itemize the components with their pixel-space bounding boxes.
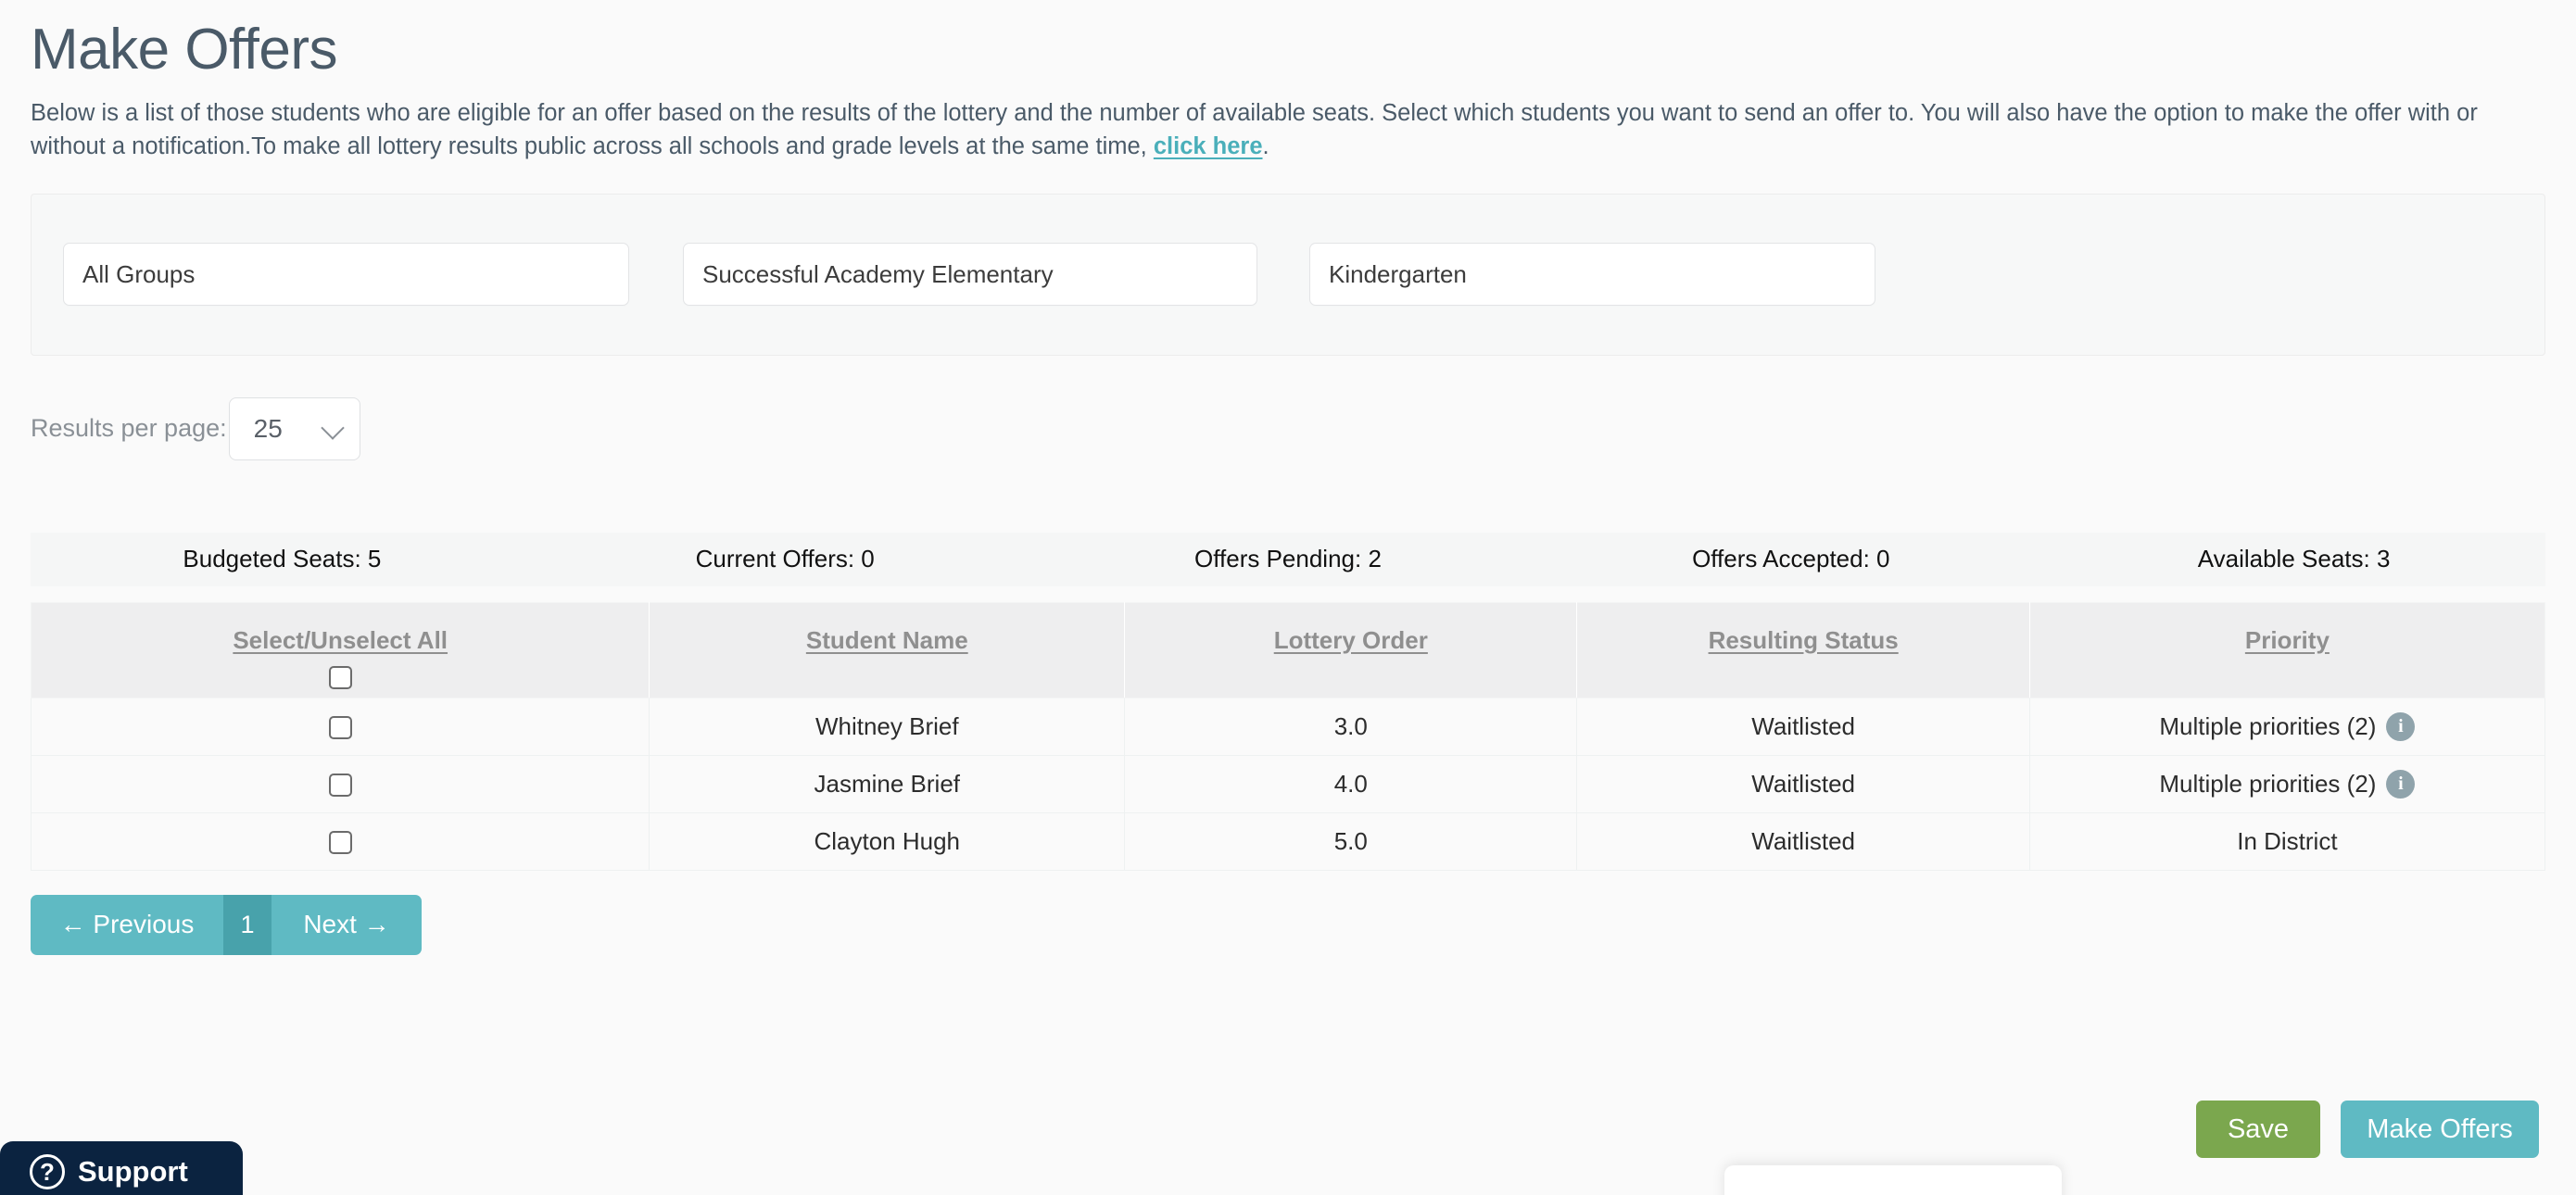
results-per-page-select[interactable]: 25 bbox=[228, 396, 360, 460]
student-name-sort-link[interactable]: Student Name bbox=[806, 626, 968, 655]
make-offers-button[interactable]: Make Offers bbox=[2341, 1101, 2539, 1158]
chevron-down-icon bbox=[320, 415, 345, 440]
table-body: Whitney Brief 3.0 Waitlisted Multiple pr… bbox=[30, 697, 2546, 871]
row-select-cell bbox=[30, 754, 650, 813]
table-header: Select/Unselect All Student Name Lottery… bbox=[30, 601, 2546, 698]
results-per-page-label: Results per page: bbox=[31, 414, 227, 443]
priority-wrap: Multiple priorities (2) i bbox=[2159, 769, 2416, 799]
cell-priority: In District bbox=[2028, 811, 2546, 871]
cell-priority: Multiple priorities (2) i bbox=[2028, 697, 2546, 756]
results-per-page-value: 25 bbox=[253, 413, 283, 443]
cell-resulting-status: Waitlisted bbox=[1576, 697, 2030, 756]
cell-student-name: Jasmine Brief bbox=[649, 754, 1126, 813]
action-buttons: Save Make Offers bbox=[2196, 1101, 2539, 1158]
lottery-order-sort-link[interactable]: Lottery Order bbox=[1274, 626, 1428, 655]
page-description-text-2: . bbox=[1262, 133, 1269, 160]
priority-text: Multiple priorities (2) bbox=[2159, 711, 2377, 740]
stat-current-offers: Current Offers: 0 bbox=[695, 545, 875, 573]
cell-resulting-status: Waitlisted bbox=[1576, 811, 2030, 871]
page-description: Below is a list of those students who ar… bbox=[31, 96, 2514, 163]
pagination-next-button[interactable]: Next → bbox=[271, 894, 422, 955]
school-filter-value: Successful Academy Elementary bbox=[702, 259, 1054, 288]
page-title: Make Offers bbox=[31, 18, 338, 82]
priority-wrap: Multiple priorities (2) i bbox=[2159, 711, 2416, 741]
row-checkbox[interactable] bbox=[328, 716, 352, 740]
info-icon[interactable]: i bbox=[2386, 769, 2416, 799]
table-row: Jasmine Brief 4.0 Waitlisted Multiple pr… bbox=[30, 754, 2546, 813]
priority-text: Multiple priorities (2) bbox=[2159, 769, 2377, 798]
column-header-select-all: Select/Unselect All bbox=[30, 601, 650, 698]
question-mark-circle-icon: ? bbox=[30, 1154, 65, 1189]
grade-filter-value: Kindergarten bbox=[1329, 259, 1467, 288]
pagination-page-1[interactable]: 1 bbox=[223, 894, 271, 955]
row-select-cell bbox=[30, 811, 650, 871]
stat-offers-accepted: Offers Accepted: 0 bbox=[1692, 545, 1890, 573]
floating-panel[interactable] bbox=[1724, 1165, 2062, 1195]
column-header-student-name: Student Name bbox=[649, 601, 1126, 698]
priority-wrap: In District bbox=[2237, 827, 2337, 856]
school-filter-select[interactable]: Successful Academy Elementary bbox=[683, 243, 1257, 307]
pagination-previous-button[interactable]: ← Previous bbox=[31, 894, 223, 955]
priority-text: In District bbox=[2237, 826, 2338, 855]
cell-student-name: Whitney Brief bbox=[649, 697, 1126, 756]
column-header-lottery-order: Lottery Order bbox=[1124, 601, 1578, 698]
results-per-page-row: Results per page: 25 bbox=[31, 396, 2545, 461]
row-checkbox[interactable] bbox=[328, 774, 352, 798]
table-header-row: Select/Unselect All Student Name Lottery… bbox=[30, 601, 2546, 698]
pagination: ← Previous 1 Next → bbox=[31, 894, 422, 955]
support-label: Support bbox=[78, 1155, 188, 1188]
cell-lottery-order: 4.0 bbox=[1124, 754, 1578, 813]
resulting-status-sort-link[interactable]: Resulting Status bbox=[1709, 626, 1899, 655]
make-offers-page: Make Offers Below is a list of those stu… bbox=[0, 0, 2576, 1195]
table-row: Whitney Brief 3.0 Waitlisted Multiple pr… bbox=[30, 697, 2546, 756]
stat-offers-pending: Offers Pending: 2 bbox=[1194, 545, 1382, 573]
click-here-link[interactable]: click here bbox=[1154, 133, 1263, 159]
info-icon[interactable]: i bbox=[2386, 711, 2416, 741]
column-header-resulting-status: Resulting Status bbox=[1576, 601, 2030, 698]
cell-lottery-order: 3.0 bbox=[1124, 697, 1578, 756]
stat-available-seats: Available Seats: 3 bbox=[2197, 545, 2391, 573]
filter-bar: All Groups Successful Academy Elementary… bbox=[31, 193, 2545, 356]
column-header-priority: Priority bbox=[2028, 601, 2546, 698]
table-row: Clayton Hugh 5.0 Waitlisted In District bbox=[30, 811, 2546, 871]
cell-resulting-status: Waitlisted bbox=[1576, 754, 2030, 813]
priority-sort-link[interactable]: Priority bbox=[2245, 626, 2330, 655]
cell-student-name: Clayton Hugh bbox=[649, 811, 1126, 871]
cell-priority: Multiple priorities (2) i bbox=[2028, 754, 2546, 813]
group-filter-value: All Groups bbox=[82, 259, 196, 288]
select-all-checkbox-wrap bbox=[32, 665, 648, 689]
select-all-checkbox[interactable] bbox=[328, 665, 352, 689]
save-button[interactable]: Save bbox=[2196, 1101, 2320, 1158]
stats-bar: Budgeted Seats: 5 Current Offers: 0 Offe… bbox=[31, 532, 2545, 586]
select-unselect-all-link[interactable]: Select/Unselect All bbox=[233, 626, 448, 655]
row-checkbox[interactable] bbox=[328, 831, 352, 855]
row-select-cell bbox=[30, 697, 650, 756]
grade-filter-select[interactable]: Kindergarten bbox=[1309, 243, 1875, 307]
stat-budgeted-seats: Budgeted Seats: 5 bbox=[183, 545, 382, 573]
support-widget[interactable]: ? Support bbox=[0, 1141, 243, 1195]
group-filter-select[interactable]: All Groups bbox=[63, 243, 629, 307]
offers-table: Select/Unselect All Student Name Lottery… bbox=[30, 601, 2546, 871]
cell-lottery-order: 5.0 bbox=[1124, 811, 1578, 871]
